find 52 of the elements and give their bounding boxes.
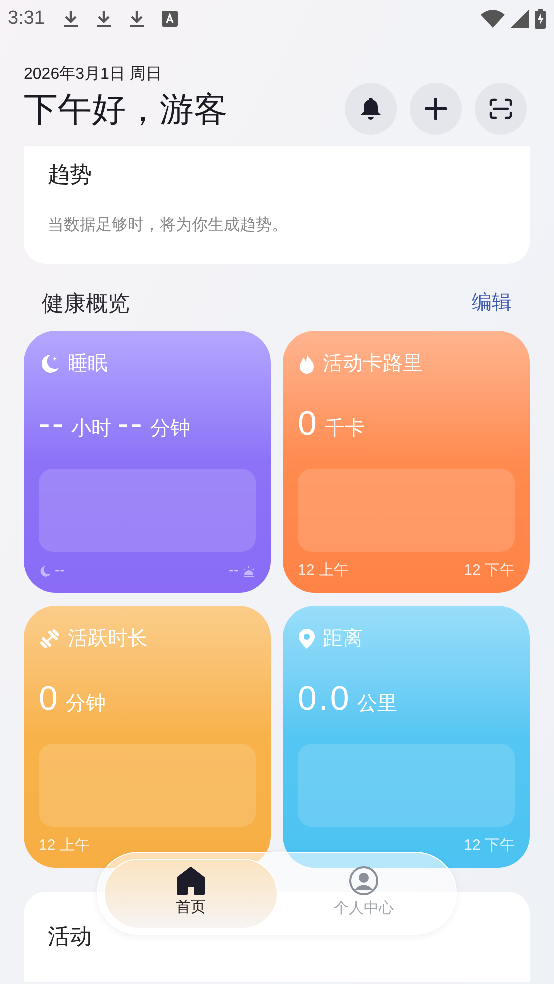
trend-message: 当数据足够时，将为你生成趋势。 [48, 216, 289, 236]
nav-tab[interactable]: 首页 [104, 858, 278, 928]
value-number: 0 [298, 404, 319, 444]
plus-icon [425, 98, 447, 120]
wifi-icon [481, 10, 505, 28]
moon-icon [39, 564, 52, 578]
home-icon [176, 867, 206, 896]
download-icon [62, 10, 79, 28]
value-number: -- [39, 404, 66, 444]
bedtime-text: -- [55, 560, 65, 581]
value-unit: 千卡 [324, 417, 365, 442]
time-label: 12 上午 [298, 560, 349, 581]
card-title: 睡眠 [68, 352, 108, 377]
distance-card[interactable]: 距离 0.0 公里 12 下午 [283, 606, 530, 868]
calories-card[interactable]: 活动卡路里 0 千卡 12 上午 12 下午 [283, 331, 530, 593]
value-unit: 分钟 [66, 692, 106, 717]
time-label: 12 下午 [464, 560, 515, 581]
location-pin-icon [298, 628, 316, 650]
signal-icon [511, 10, 529, 28]
value-unit: 分钟 [150, 417, 190, 442]
text-icon [162, 11, 178, 27]
download-icon [128, 10, 145, 28]
moon-icon [39, 353, 61, 375]
value-number: -- [118, 404, 144, 444]
battery-icon [535, 9, 546, 29]
download-icon [96, 10, 112, 28]
scan-icon [489, 98, 513, 120]
value-number: 0 [39, 679, 60, 719]
card-title: 距离 [323, 627, 363, 652]
value-number: 0.0 [298, 679, 352, 719]
date-text: 2026年3月1日 周日 [24, 65, 163, 85]
greeting-title: 下午好，游客 [24, 90, 228, 131]
person-icon [349, 866, 379, 896]
dumbbell-icon [39, 628, 61, 650]
sleep-card[interactable]: 睡眠 -- 小时 -- 分钟 -- -- [24, 331, 271, 593]
edit-link[interactable]: 编辑 [472, 288, 512, 318]
card-title: 活动卡路里 [323, 352, 423, 377]
bell-icon [360, 97, 382, 121]
value-unit: 小时 [72, 417, 112, 442]
section-title: 健康概览 [42, 290, 130, 318]
status-time: 3:31 [8, 6, 45, 31]
card-title: 趋势 [48, 161, 93, 189]
card-title: 活跃时长 [68, 627, 148, 652]
card-title: 活动 [48, 923, 93, 951]
wake-time-text: -- [229, 560, 239, 581]
active-time-card[interactable]: 活跃时长 0 分钟 12 上午 [24, 606, 271, 868]
add-button[interactable] [410, 83, 462, 135]
sunrise-icon [242, 564, 256, 578]
flame-icon [298, 353, 316, 375]
time-label: 12 下午 [464, 836, 515, 856]
value-unit: 公里 [357, 692, 398, 717]
time-label: 12 上午 [39, 836, 90, 856]
